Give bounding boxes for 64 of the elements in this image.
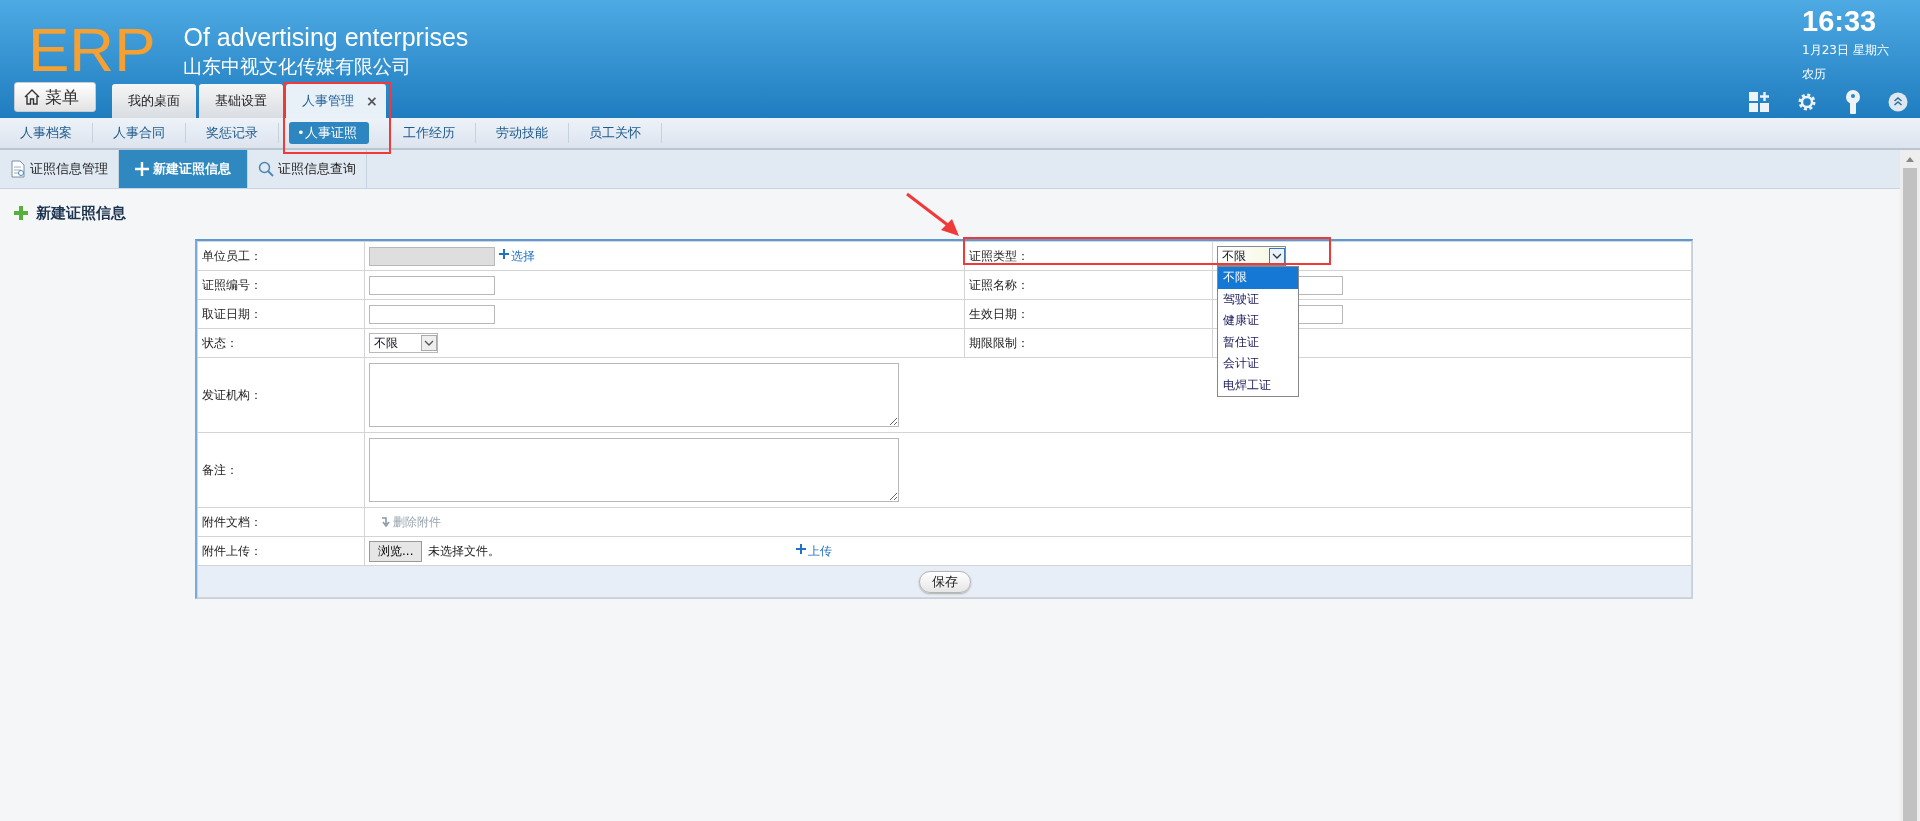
dropdown[interactable]: 不限	[1217, 246, 1286, 266]
field-label: 单位员工：	[202, 248, 262, 263]
collapse-icon[interactable]	[1888, 92, 1908, 112]
chevron-icon	[1269, 248, 1285, 264]
subnav-item[interactable]: 劳动技能	[475, 123, 569, 143]
module-tab[interactable]: 人事管理 ×	[286, 84, 386, 118]
dropdown-option[interactable]: 电焊工证	[1218, 374, 1298, 396]
dropdown-option[interactable]: 不限	[1218, 267, 1298, 289]
field-label: 备注：	[202, 462, 238, 477]
field-label: 发证机构：	[202, 387, 262, 402]
arrow-icon	[381, 517, 391, 527]
field-label: 证照类型：	[969, 248, 1029, 263]
clock-date: 1月23日 星期六	[1802, 42, 1890, 59]
subnav-item[interactable]: 员工关怀	[568, 123, 662, 143]
text-area[interactable]	[369, 363, 899, 427]
field-label: 期限限制：	[969, 335, 1029, 350]
text-field[interactable]	[369, 275, 495, 295]
dropdown-option[interactable]: 暂住证	[1218, 331, 1298, 353]
file-status: 未选择文件。	[428, 542, 501, 560]
settings-icon[interactable]	[1796, 91, 1818, 113]
select-link[interactable]: 选择	[499, 248, 535, 264]
save-button[interactable]: 保存	[918, 570, 971, 593]
scroll-up-icon[interactable]	[1905, 155, 1915, 163]
subnav-item[interactable]: 人事合同	[93, 123, 186, 143]
dropdown-option[interactable]: 驾驶证	[1218, 288, 1298, 310]
field-label: 证照名称：	[969, 277, 1029, 292]
browse-button[interactable]: 浏览...	[369, 540, 423, 562]
subnav-item[interactable]: 人事档案	[0, 123, 93, 143]
search-icon	[258, 161, 274, 177]
text-area[interactable]	[369, 438, 899, 502]
subnav-item[interactable]: 工作经历	[382, 123, 476, 143]
field-label: 状态：	[202, 335, 238, 350]
dropdown-option[interactable]: 健康证	[1218, 310, 1298, 332]
key-icon[interactable]	[1844, 90, 1862, 114]
clock-time: 16:33	[1802, 4, 1878, 38]
module-tab[interactable]: 我的桌面	[112, 84, 196, 118]
scrollbar[interactable]	[1900, 150, 1920, 821]
chevron-icon	[421, 335, 437, 351]
field-label: 证照编号：	[202, 277, 262, 292]
plus-icon	[796, 544, 807, 554]
page-tab[interactable]: 新建证照信息	[119, 150, 248, 188]
page-tab[interactable]: 证照信息查询	[248, 150, 367, 188]
home-icon	[23, 88, 41, 106]
subnav-item[interactable]: •人事证照	[289, 122, 369, 144]
document-icon	[10, 160, 26, 178]
plus-icon	[135, 162, 149, 176]
add-widget-icon[interactable]	[1748, 91, 1770, 113]
subnav-item[interactable]: 奖惩记录	[186, 123, 279, 143]
dropdown-option[interactable]: 会计证	[1218, 353, 1298, 375]
add-icon	[14, 206, 28, 220]
field-label: 取证日期：	[202, 306, 262, 321]
company-name: 山东中视文化传媒有限公司	[183, 54, 413, 79]
text-field[interactable]	[369, 304, 495, 324]
upload-link[interactable]: 上传	[796, 543, 833, 559]
field-label: 附件文档：	[202, 514, 262, 529]
field-label: 生效日期：	[969, 306, 1029, 321]
field-label: 附件上传：	[202, 543, 262, 558]
lunar-label: 农历	[1802, 66, 1827, 83]
dropdown[interactable]: 不限	[369, 333, 438, 353]
menu-button[interactable]: 菜单	[14, 82, 96, 112]
section-title: 新建证照信息	[36, 203, 126, 223]
tagline: Of advertising enterprises	[183, 22, 469, 52]
module-tab[interactable]: 基础设置	[199, 84, 283, 118]
plus-icon	[499, 249, 509, 259]
